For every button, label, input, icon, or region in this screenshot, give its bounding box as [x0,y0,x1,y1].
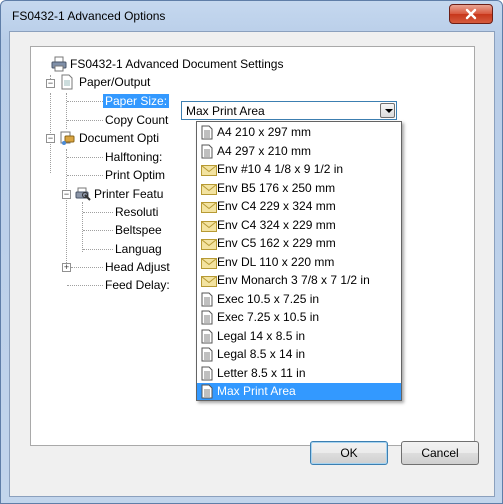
dropdown-option-label: Env C4 324 x 229 mm [217,217,336,232]
envelope-icon [201,183,217,200]
chevron-down-icon[interactable] [380,103,395,118]
dropdown-option-label: Exec 7.25 x 10.5 in [217,310,320,324]
dropdown-option[interactable]: Env C4 229 x 324 mm [197,198,401,215]
dropdown-option-label: Env B5 176 x 250 mm [217,180,336,195]
dropdown-option-label: A4 210 x 297 mm [217,125,312,139]
envelope-icon [201,164,217,181]
paper-size-dropdown-list[interactable]: A4 210 x 297 mm A4 297 x 210 mm Env #10 4 … [196,121,402,401]
dropdown-option[interactable]: Env C4 324 x 229 mm [197,217,401,234]
dropdown-option[interactable]: Exec 10.5 x 7.25 in [197,291,401,308]
tree-item-feed-delay[interactable]: Feed Delay: [105,276,170,294]
dropdown-option-label: Exec 10.5 x 7.25 in [217,291,320,306]
resolution-label: Resoluti [115,205,159,219]
dropdown-option[interactable]: Env DL 110 x 220 mm [197,254,401,271]
tree-item-print-optim[interactable]: Print Optim [105,166,165,184]
dropdown-option[interactable]: Max Print Area [197,383,401,400]
envelope-icon [201,275,217,292]
dropdown-option[interactable]: Exec 7.25 x 10.5 in [197,309,401,326]
cancel-button[interactable]: Cancel [401,441,479,465]
beltspeed-label: Beltspee [115,223,162,237]
dropdown-option-label: Env #10 4 1/8 x 9 1/2 in [217,162,344,176]
language-label: Languag [115,242,162,256]
paper-size-select[interactable]: Max Print Area [181,101,397,120]
document-options-icon [60,131,75,145]
window-title: FS0432-1 Advanced Options [12,9,166,23]
tree-item-head-adjust[interactable]: Head Adjust [105,258,170,276]
dialog-client-area: FS0432-1 Advanced Document Settings − Pa… [9,31,495,497]
dropdown-option-label: Legal 14 x 8.5 in [217,328,306,343]
tree-item-halftoning[interactable]: Halftoning: [105,148,162,166]
dropdown-option-label: Env Monarch 3 7/8 x 7 1/2 in [217,273,370,287]
printer-icon [51,56,67,72]
tree-item-paper-size[interactable]: Paper Size: [103,92,170,110]
paper-icon [61,74,73,90]
tree-item-language[interactable]: Languag [115,240,162,258]
tree-item-beltspeed[interactable]: Beltspee [115,221,162,239]
halftoning-label: Halftoning: [105,150,163,164]
close-button[interactable] [449,4,493,24]
dropdown-option-label: Env C4 229 x 324 mm [217,199,336,213]
tree-item-copy-count[interactable]: Copy Count [105,111,168,129]
page-icon [201,384,213,404]
dropdown-option-label: Max Print Area [217,384,296,398]
feed-delay-label: Feed Delay: [105,278,170,292]
close-icon [465,8,477,20]
settings-tree: FS0432-1 Advanced Document Settings − Pa… [30,46,475,446]
dropdown-option[interactable]: Env C5 162 x 229 mm [197,235,401,252]
envelope-icon [201,257,217,274]
copy-count-label: Copy Count [105,113,169,127]
print-optim-label: Print Optim [105,168,166,182]
dropdown-option[interactable]: Env Monarch 3 7/8 x 7 1/2 in [197,272,401,289]
title-bar[interactable]: FS0432-1 Advanced Options [1,1,502,31]
head-adjust-label: Head Adjust [105,260,170,274]
dropdown-option[interactable]: Legal 14 x 8.5 in [197,328,401,345]
tree-item-resolution[interactable]: Resoluti [115,203,158,221]
document-options-collapse-toggle[interactable]: − [46,134,55,143]
dropdown-option[interactable]: A4 297 x 210 mm [197,143,401,160]
printer-features-icon [75,187,91,201]
tree-root-label: FS0432-1 Advanced Document Settings [70,57,284,71]
head-adjust-expand-toggle[interactable]: + [62,263,71,272]
envelope-icon [201,220,217,237]
envelope-icon [201,238,217,255]
dropdown-option[interactable]: Env B5 176 x 250 mm [197,180,401,197]
dialog-window: FS0432-1 Advanced Options FS0432-1 Advan… [0,0,503,504]
dropdown-option-label: Legal 8.5 x 14 in [217,347,306,361]
tree-paper-output-label: Paper/Output [79,75,151,89]
dropdown-option-label: Letter 8.5 x 11 in [217,365,306,380]
printer-features-label: Printer Featu [94,187,164,201]
dropdown-option[interactable]: Legal 8.5 x 14 in [197,346,401,363]
paper-size-label: Paper Size: [103,94,170,108]
document-options-label: Document Opti [79,131,160,145]
paper-output-collapse-toggle[interactable]: − [46,79,55,88]
dropdown-option[interactable]: Letter 8.5 x 11 in [197,365,401,382]
dropdown-option-label: Env C5 162 x 229 mm [217,236,336,250]
dropdown-option[interactable]: Env #10 4 1/8 x 9 1/2 in [197,161,401,178]
dropdown-option-label: A4 297 x 210 mm [217,143,312,158]
dropdown-option[interactable]: A4 210 x 297 mm [197,124,401,141]
ok-button[interactable]: OK [310,441,388,465]
dropdown-option-label: Env DL 110 x 220 mm [217,254,335,269]
envelope-icon [201,201,217,218]
printer-features-collapse-toggle[interactable]: − [62,190,71,199]
paper-size-select-value: Max Print Area [186,104,265,118]
